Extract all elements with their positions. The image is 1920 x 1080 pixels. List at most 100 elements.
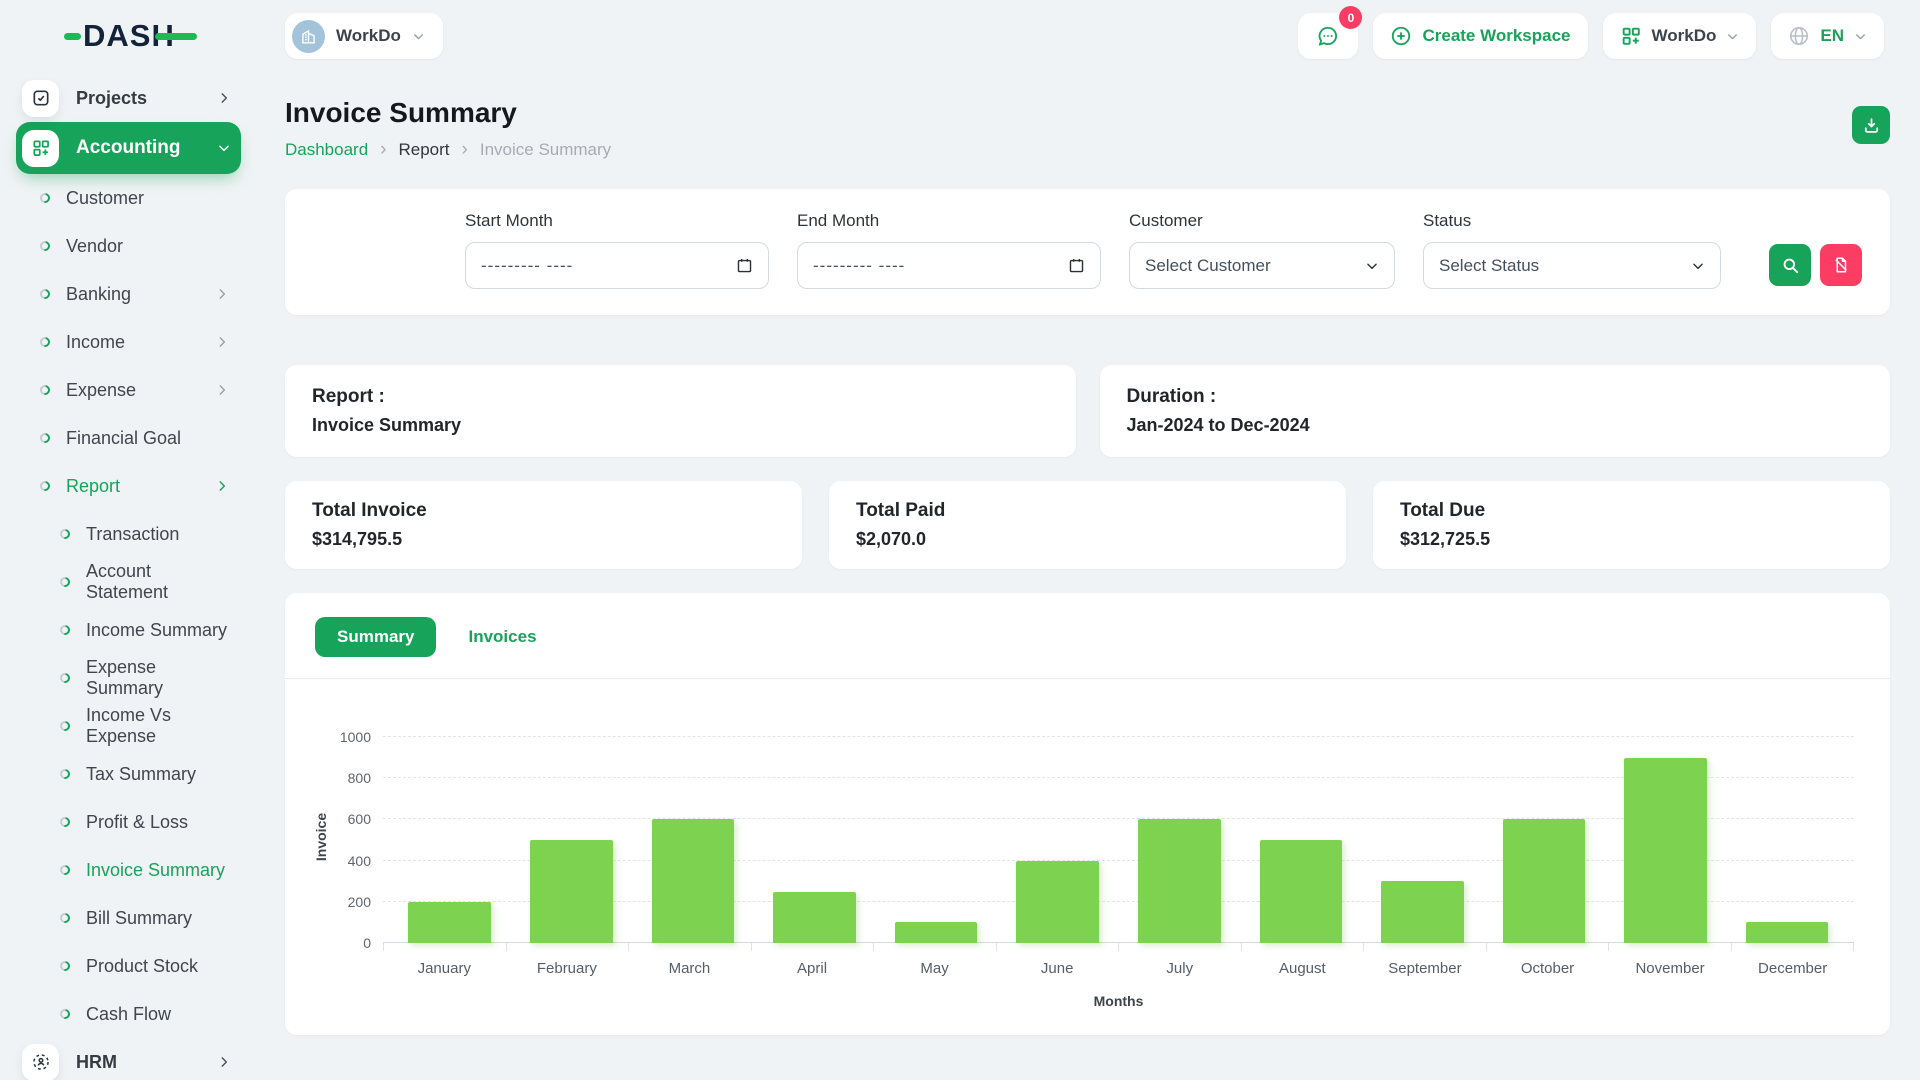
- bullet-icon: [38, 239, 52, 253]
- report-value: Invoice Summary: [312, 415, 1049, 436]
- app-menu-button[interactable]: WorkDo: [1603, 13, 1757, 59]
- create-workspace-button[interactable]: Create Workspace: [1373, 13, 1587, 59]
- app-logo[interactable]: DASH: [0, 18, 257, 54]
- bullet-icon: [58, 959, 72, 973]
- building-icon: [299, 27, 318, 46]
- sidebar-item-customer[interactable]: Customer: [0, 174, 257, 222]
- bar-march[interactable]: [652, 819, 735, 943]
- sidebar-item-projects[interactable]: Projects: [16, 74, 241, 122]
- sidebar-item-accounting[interactable]: Accounting: [16, 122, 241, 174]
- bullet-icon: [38, 287, 52, 301]
- breadcrumb-dashboard[interactable]: Dashboard: [285, 140, 368, 160]
- sidebar-item-label: Income Vs Expense: [86, 705, 229, 747]
- people-target-icon: [22, 1044, 59, 1080]
- x-tick: [752, 943, 875, 951]
- sidebar-item-label: Projects: [76, 88, 200, 109]
- bar-may[interactable]: [895, 922, 978, 943]
- report-name-card: Report : Invoice Summary: [285, 365, 1076, 457]
- bar-april[interactable]: [773, 892, 856, 944]
- y-tick-label: 800: [325, 770, 371, 786]
- bar-december[interactable]: [1746, 922, 1829, 943]
- status-select-value: Select Status: [1439, 256, 1539, 276]
- x-tick-label: February: [506, 960, 629, 977]
- sidebar-item-vendor[interactable]: Vendor: [0, 222, 257, 270]
- sidebar-item-label: Banking: [66, 284, 199, 305]
- bar-january[interactable]: [408, 902, 491, 943]
- x-tick: [1732, 943, 1855, 951]
- sidebar-item-hrm[interactable]: HRM: [16, 1038, 241, 1080]
- chevron-down-icon: [412, 30, 425, 43]
- total-invoice-card: Total Invoice $314,795.5: [285, 481, 802, 569]
- download-button[interactable]: [1852, 106, 1890, 144]
- bullet-icon: [58, 863, 72, 877]
- tab-summary[interactable]: Summary: [315, 617, 436, 657]
- sidebar-item-income[interactable]: Income: [0, 318, 257, 366]
- language-selector[interactable]: EN: [1771, 13, 1884, 59]
- customer-select[interactable]: Select Customer: [1129, 242, 1395, 289]
- checklist-icon: [22, 80, 59, 117]
- bullet-icon: [58, 671, 72, 685]
- x-axis-labels: JanuaryFebruaryMarchAprilMayJuneJulyAugu…: [383, 960, 1854, 977]
- total-due-value: $312,725.5: [1400, 529, 1863, 550]
- sidebar-item-label: Report: [66, 476, 199, 497]
- sidebar-item-cash-flow[interactable]: Cash Flow: [0, 990, 257, 1038]
- invoice-bar-chart: Invoice 02004006008001000 JanuaryFebruar…: [319, 737, 1854, 1009]
- grid-plus-icon: [1620, 25, 1642, 47]
- sidebar-item-expense-summary[interactable]: Expense Summary: [0, 654, 257, 702]
- sidebar-item-label: Income Summary: [86, 620, 229, 641]
- bar-february[interactable]: [530, 840, 613, 943]
- sidebar-item-label: Vendor: [66, 236, 229, 257]
- duration-label: Duration :: [1127, 386, 1864, 408]
- x-tick: [1119, 943, 1242, 951]
- chart-plot: 02004006008001000: [383, 737, 1854, 943]
- bar-august[interactable]: [1260, 840, 1343, 943]
- bar-june[interactable]: [1016, 861, 1099, 943]
- x-tick: [629, 943, 752, 951]
- end-month-input[interactable]: --------- ----: [797, 242, 1101, 289]
- x-tick-label: January: [383, 960, 506, 977]
- sidebar-item-financial-goal[interactable]: Financial Goal: [0, 414, 257, 462]
- y-tick-label: 1000: [325, 729, 371, 745]
- sidebar-item-product-stock[interactable]: Product Stock: [0, 942, 257, 990]
- bullet-icon: [58, 719, 72, 733]
- create-workspace-label: Create Workspace: [1422, 26, 1570, 46]
- bullet-icon: [38, 431, 52, 445]
- sidebar-item-banking[interactable]: Banking: [0, 270, 257, 318]
- sidebar-item-income-summary[interactable]: Income Summary: [0, 606, 257, 654]
- status-select[interactable]: Select Status: [1423, 242, 1721, 289]
- bar-july[interactable]: [1138, 819, 1221, 943]
- workspace-switcher[interactable]: WorkDo: [285, 13, 443, 59]
- sidebar-item-transaction[interactable]: Transaction: [0, 510, 257, 558]
- reset-filter-button[interactable]: [1820, 244, 1862, 286]
- y-tick-label: 600: [325, 811, 371, 827]
- chevron-down-icon: [1726, 30, 1739, 43]
- tab-invoices[interactable]: Invoices: [446, 617, 558, 657]
- bar-slot: [1362, 881, 1484, 943]
- bar-slot: [632, 819, 754, 943]
- sidebar-item-invoice-summary[interactable]: Invoice Summary: [0, 846, 257, 894]
- messages-button[interactable]: 0: [1298, 13, 1358, 59]
- sidebar-item-label: Product Stock: [86, 956, 229, 977]
- y-tick-label: 200: [325, 894, 371, 910]
- x-tick-label: October: [1486, 960, 1609, 977]
- filter-panel: Start Month --------- ---- End Month ---…: [285, 189, 1890, 315]
- apply-filter-button[interactable]: [1769, 244, 1811, 286]
- total-due-card: Total Due $312,725.5: [1373, 481, 1890, 569]
- sidebar-item-account-statement[interactable]: Account Statement: [0, 558, 257, 606]
- sidebar-item-bill-summary[interactable]: Bill Summary: [0, 894, 257, 942]
- sidebar-item-expense[interactable]: Expense: [0, 366, 257, 414]
- sidebar-item-report[interactable]: Report: [0, 462, 257, 510]
- grid-plus-icon: [22, 130, 59, 167]
- bar-november[interactable]: [1624, 758, 1707, 943]
- bar-october[interactable]: [1503, 819, 1586, 943]
- language-label: EN: [1820, 26, 1844, 46]
- start-month-input[interactable]: --------- ----: [465, 242, 769, 289]
- logo-bar-icon: [155, 33, 197, 40]
- total-paid-card: Total Paid $2,070.0: [829, 481, 1346, 569]
- calendar-icon: [1068, 257, 1085, 274]
- sidebar-item-income-vs-expense[interactable]: Income Vs Expense: [0, 702, 257, 750]
- bar-september[interactable]: [1381, 881, 1464, 943]
- sidebar-item-tax-summary[interactable]: Tax Summary: [0, 750, 257, 798]
- end-month-value: --------- ----: [813, 256, 905, 276]
- sidebar-item-profit-loss[interactable]: Profit & Loss: [0, 798, 257, 846]
